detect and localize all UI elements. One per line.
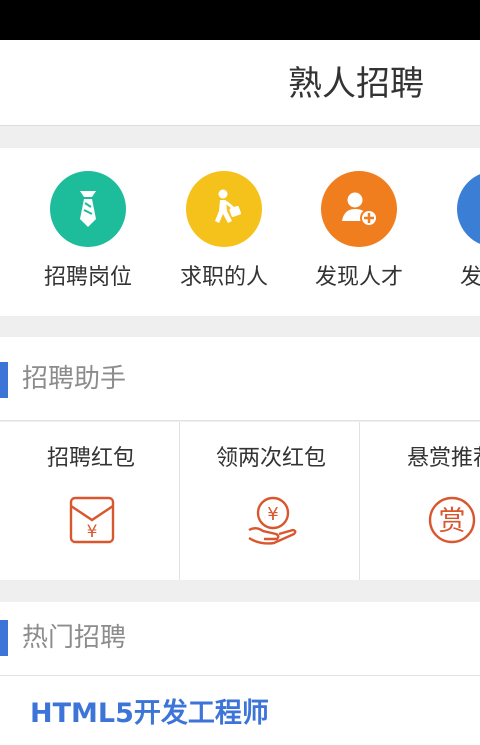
nav-label-talent: 发现人才 bbox=[314, 265, 403, 290]
app-header: 熟人招聘 bbox=[0, 40, 480, 126]
tie-icon bbox=[50, 171, 126, 247]
section-header-assistant: 招聘助手 bbox=[0, 337, 480, 421]
job-title: HTML5开发工程师 bbox=[30, 698, 269, 729]
status-bar bbox=[0, 0, 480, 40]
assistant-item-reward[interactable]: 悬赏推荐 赏 bbox=[362, 422, 480, 580]
assistant-label: 领两次红包 bbox=[215, 446, 326, 471]
nav-label-seekers: 求职的人 bbox=[179, 265, 268, 290]
nav-item-jobs[interactable]: 招聘岗位 bbox=[33, 148, 143, 316]
svg-text:¥: ¥ bbox=[267, 504, 278, 525]
nav-item-partial[interactable]: 发 bbox=[440, 148, 480, 316]
section-accent-bar bbox=[0, 620, 8, 656]
section-title-hot-jobs: 热门招聘 bbox=[22, 623, 127, 653]
assistant-item-double-red-envelope[interactable]: 领两次红包 ¥ bbox=[182, 422, 360, 580]
assistant-grid: 招聘红包 ¥ 领两次红包 ¥ 悬赏推荐 赏 bbox=[0, 422, 480, 580]
nav-item-seekers[interactable]: 求职的人 bbox=[169, 148, 279, 316]
section-title-assistant: 招聘助手 bbox=[22, 364, 127, 394]
svg-text:¥: ¥ bbox=[87, 522, 98, 542]
nav-label-partial: 发 bbox=[460, 265, 480, 290]
section-header-hot-jobs: 热门招聘 bbox=[0, 602, 480, 676]
nav-item-talent[interactable]: 发现人才 bbox=[304, 148, 414, 316]
assistant-item-red-envelope[interactable]: 招聘红包 ¥ bbox=[2, 422, 180, 580]
user-add-icon bbox=[321, 171, 397, 247]
walking-person-icon bbox=[186, 171, 262, 247]
page-title: 熟人招聘 bbox=[288, 64, 424, 104]
red-envelope-icon: ¥ bbox=[69, 496, 115, 544]
assistant-label: 悬赏推荐 bbox=[406, 446, 480, 471]
assistant-label: 招聘红包 bbox=[46, 446, 135, 471]
svg-text:赏: 赏 bbox=[439, 506, 466, 537]
section-accent-bar bbox=[0, 362, 8, 398]
hand-coin-icon: ¥ bbox=[248, 496, 297, 545]
reward-icon: 赏 bbox=[428, 496, 476, 544]
quick-nav: 招聘岗位 求职的人 发现人才 发 bbox=[0, 148, 480, 316]
job-list-item[interactable]: HTML5开发工程师 bbox=[0, 676, 480, 745]
partial-icon bbox=[457, 171, 480, 247]
nav-label-jobs: 招聘岗位 bbox=[43, 265, 132, 290]
